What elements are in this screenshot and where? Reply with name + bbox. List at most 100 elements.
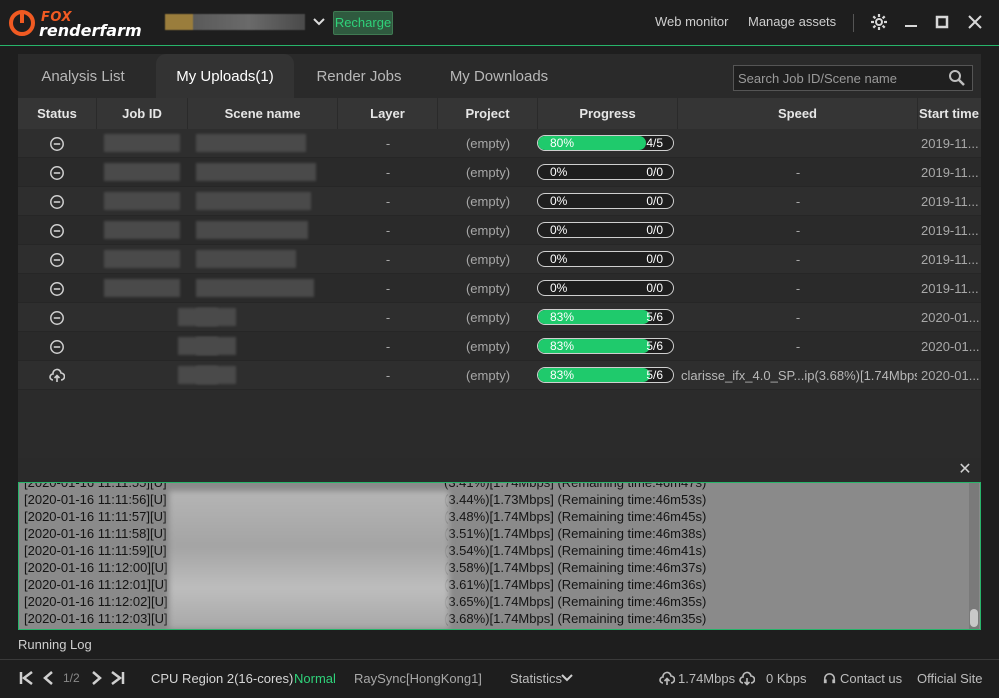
table-row[interactable]: - (empty) 0% 0/0 - 2019-11... [18, 187, 981, 216]
log-line-prefix: [2020-01-16 11:11:56][U] [24, 492, 167, 507]
table-row[interactable]: - (empty) 83% 5/6 clarisse_ifx_4.0_SP...ip(3… [18, 361, 981, 390]
titlebar-divider [853, 14, 854, 32]
col-progress[interactable]: Progress [538, 98, 678, 129]
job-id-redacted [104, 134, 180, 152]
log-scrollbar-thumb[interactable] [970, 609, 978, 627]
log-line-prefix: [2020-01-16 11:11:59][U] [24, 543, 167, 558]
start-time-cell: 2019-11... [921, 165, 979, 180]
chevron-down-icon[interactable] [312, 13, 326, 31]
job-id-redacted [104, 221, 180, 239]
log-close-icon[interactable]: ✕ [955, 460, 975, 480]
stopped-status-icon[interactable] [49, 339, 65, 355]
prev-page-icon[interactable] [40, 669, 58, 687]
col-project[interactable]: Project [438, 98, 538, 129]
col-status[interactable]: Status [18, 98, 97, 129]
close-icon[interactable] [965, 12, 985, 32]
table-row[interactable]: - (empty) 0% 0/0 - 2019-11... [18, 274, 981, 303]
recharge-button[interactable]: Recharge [333, 11, 393, 35]
cpu-region[interactable]: CPU Region 2(16-cores) [151, 671, 293, 686]
running-log-panel[interactable]: [2020-01-16 11:11:55][U] (3.41%)[1.74Mbps… [18, 482, 981, 630]
progress-bar: 0% 0/0 [537, 193, 674, 209]
manage-assets-link[interactable]: Manage assets [748, 14, 836, 29]
stopped-status-icon[interactable] [49, 194, 65, 210]
col-scene-name[interactable]: Scene name [188, 98, 338, 129]
log-line-prefix: [2020-01-16 11:12:02][U] [24, 594, 168, 609]
progress-bar: 0% 0/0 [537, 280, 674, 296]
col-job-id[interactable]: Job ID [97, 98, 188, 129]
stopped-status-icon[interactable] [49, 252, 65, 268]
col-speed[interactable]: Speed [678, 98, 918, 129]
search-icon[interactable] [948, 69, 966, 87]
next-page-icon[interactable] [87, 669, 105, 687]
gear-icon[interactable] [869, 12, 889, 32]
speed-cell: - [795, 223, 801, 238]
table-row[interactable]: - (empty) 83% 5/6 - 2020-01... [18, 332, 981, 361]
start-time-cell: 2019-11... [921, 281, 979, 296]
project-cell: (empty) [465, 165, 511, 180]
contact-us-link[interactable]: Contact us [840, 671, 902, 686]
official-site-link[interactable]: Official Site [917, 671, 983, 686]
log-scrollbar[interactable] [969, 483, 979, 629]
log-line-suffix: (3.61%)[1.74Mbps] (Remaining time:46m36s… [444, 577, 707, 592]
minimize-icon[interactable] [901, 12, 921, 32]
progress-bar: 80% 4/5 [537, 135, 674, 151]
progress-percent: 0% [550, 165, 568, 179]
raysync-server[interactable]: RaySync[HongKong1] [354, 671, 482, 686]
col-start-time[interactable]: Start time [918, 98, 981, 129]
upload-cloud-icon[interactable] [49, 368, 65, 384]
progress-bar: 0% 0/0 [537, 164, 674, 180]
project-cell: (empty) [465, 136, 511, 151]
statistics-menu[interactable]: Statistics [510, 671, 562, 686]
scene-name-redacted [196, 250, 296, 268]
last-page-icon[interactable] [108, 669, 126, 687]
table-row[interactable]: - (empty) 0% 0/0 - 2019-11... [18, 158, 981, 187]
speed-cell: - [795, 281, 801, 296]
stopped-status-icon[interactable] [49, 165, 65, 181]
progress-percent: 0% [550, 194, 568, 208]
table-row[interactable]: - (empty) 0% 0/0 - 2019-11... [18, 216, 981, 245]
tab-render-jobs[interactable]: Render Jobs [296, 54, 422, 98]
tab-my-downloads[interactable]: My Downloads [426, 54, 572, 98]
scene-name-redacted [196, 163, 316, 181]
speed-cell: - [795, 310, 801, 325]
account-name-redacted[interactable] [165, 14, 305, 30]
page-indicator: 1/2 [63, 671, 80, 685]
tab-my-uploads[interactable]: My Uploads(1) [156, 54, 294, 98]
layer-cell: - [385, 194, 391, 209]
log-header: ✕ [18, 458, 981, 482]
scene-name-redacted [196, 279, 314, 297]
progress-percent: 83% [550, 339, 575, 353]
chevron-down-icon[interactable] [560, 671, 574, 685]
table-row[interactable]: - (empty) 80% 4/5 2019-11... [18, 129, 981, 158]
progress-percent: 0% [550, 281, 568, 295]
uploads-table: Status Job ID Scene name Layer Project P… [18, 98, 981, 458]
stopped-status-icon[interactable] [49, 281, 65, 297]
tab-analysis-list[interactable]: Analysis List [18, 54, 148, 98]
col-layer[interactable]: Layer [338, 98, 438, 129]
speed-cell: - [795, 165, 801, 180]
project-cell: (empty) [465, 339, 511, 354]
web-monitor-link[interactable]: Web monitor [655, 14, 728, 29]
project-cell: (empty) [465, 194, 511, 209]
stopped-status-icon[interactable] [49, 310, 65, 326]
stopped-status-icon[interactable] [49, 223, 65, 239]
search-input[interactable] [734, 66, 934, 90]
progress-count: 5/6 [646, 310, 663, 324]
scene-name-redacted [196, 337, 236, 355]
speed-cell: - [795, 339, 801, 354]
download-cloud-icon [739, 671, 755, 686]
table-row[interactable]: - (empty) 83% 5/6 - 2020-01... [18, 303, 981, 332]
upload-speed: 1.74Mbps [678, 671, 736, 686]
log-line-prefix: [2020-01-16 11:11:57][U] [24, 509, 167, 524]
maximize-icon[interactable] [932, 12, 952, 32]
running-log-label[interactable]: Running Log [18, 637, 92, 652]
first-page-icon[interactable] [18, 669, 36, 687]
progress-count: 0/0 [646, 252, 663, 266]
headset-icon[interactable] [822, 671, 837, 686]
start-time-cell: 2019-11... [921, 136, 979, 151]
stopped-status-icon[interactable] [49, 136, 65, 152]
project-cell: (empty) [465, 223, 511, 238]
log-line-prefix: [2020-01-16 11:11:55][U] [24, 482, 167, 490]
log-line-suffix: (3.41%)[1.74Mbps] (Remaining time:46m47s… [444, 482, 707, 490]
table-row[interactable]: - (empty) 0% 0/0 - 2019-11... [18, 245, 981, 274]
